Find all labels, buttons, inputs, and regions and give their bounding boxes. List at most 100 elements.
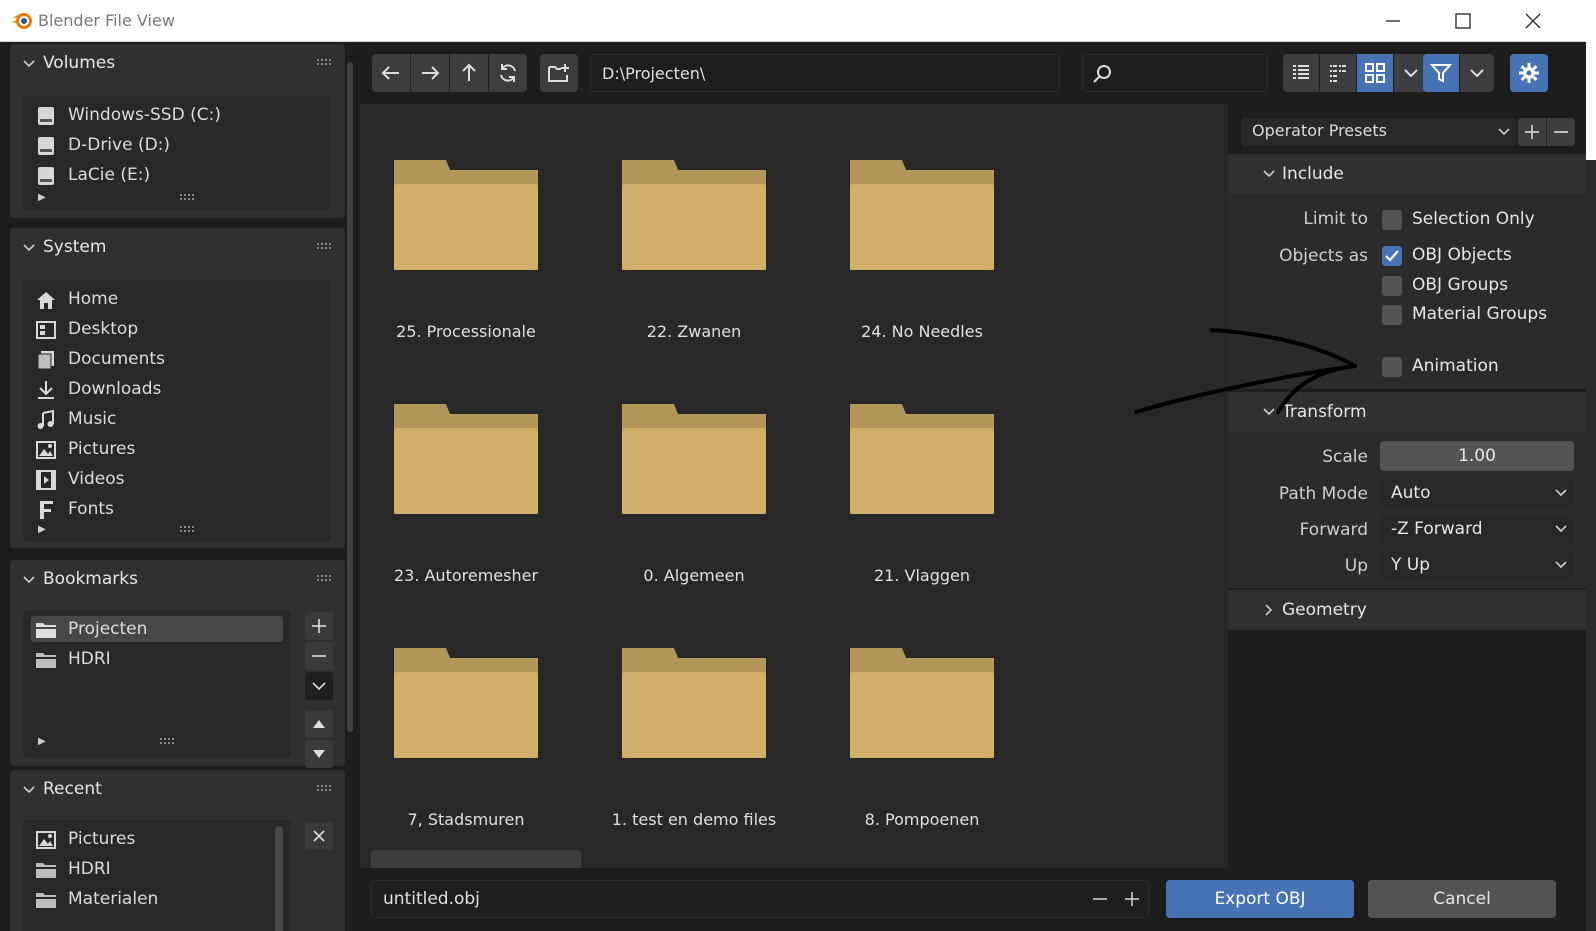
forward-axis-value: -Z Forward: [1391, 519, 1483, 539]
selection-only-checkbox[interactable]: [1382, 210, 1402, 230]
system-item-label: Documents: [68, 349, 165, 369]
recent-item[interactable]: Pictures: [31, 826, 271, 852]
bookmark-item-projecten[interactable]: Projecten: [31, 616, 283, 642]
material-groups-checkbox[interactable]: [1382, 305, 1402, 325]
back-button[interactable]: [372, 54, 410, 92]
volumes-panel-header[interactable]: Volumes: [10, 44, 345, 84]
filter-toggle-button[interactable]: [1423, 54, 1459, 92]
transform-section-header[interactable]: Transform: [1228, 392, 1586, 432]
remove-bookmark-button[interactable]: [305, 642, 333, 670]
bookmark-menu-button[interactable]: [305, 672, 333, 700]
view-thumbnails-button[interactable]: [1357, 54, 1393, 92]
cancel-button[interactable]: Cancel: [1368, 880, 1556, 918]
system-item-pictures[interactable]: Pictures: [31, 436, 321, 462]
folder-item[interactable]: 21. Vlaggen: [822, 404, 1022, 614]
pictures-icon: [36, 441, 56, 459]
chevron-down-icon: [312, 682, 326, 691]
system-item-videos[interactable]: Videos: [31, 466, 321, 492]
expand-triangle-icon[interactable]: ▶: [38, 192, 48, 203]
recent-item[interactable]: HDRI: [31, 856, 271, 882]
obj-objects-checkbox[interactable]: [1382, 246, 1402, 266]
folder-item[interactable]: 0. Algemeen: [594, 404, 794, 614]
animation-checkbox[interactable]: [1382, 357, 1402, 377]
recent-panel-header[interactable]: Recent: [10, 770, 345, 810]
system-item-music[interactable]: Music: [31, 406, 321, 432]
chevron-down-icon: [23, 60, 35, 68]
refresh-button[interactable]: [489, 54, 527, 92]
bookmark-item-hdri[interactable]: HDRI: [31, 646, 283, 672]
parent-directory-button[interactable]: [450, 54, 488, 92]
drag-grip-icon[interactable]: [317, 573, 333, 583]
sidebar-scrollbar[interactable]: [347, 62, 353, 732]
obj-groups-checkbox[interactable]: [1382, 276, 1402, 296]
operator-presets-dropdown[interactable]: Operator Presets: [1241, 118, 1517, 146]
clear-recent-button[interactable]: [305, 822, 333, 850]
increment-plus-icon[interactable]: [1122, 889, 1142, 909]
folder-item[interactable]: 22. Zwanen: [594, 160, 794, 370]
path-mode-select[interactable]: Auto: [1380, 478, 1574, 508]
system-item-documents[interactable]: Documents: [31, 346, 321, 372]
directory-path-input[interactable]: D:\Projecten\: [590, 54, 1060, 92]
bookmarks-panel: Bookmarks Projecten HDRI ▶: [10, 560, 345, 768]
scale-field[interactable]: 1.00: [1380, 441, 1574, 471]
new-folder-button[interactable]: [540, 54, 578, 92]
chevron-down-icon: [1555, 561, 1567, 569]
system-item-downloads[interactable]: Downloads: [31, 376, 321, 402]
forward-button[interactable]: [411, 54, 449, 92]
recent-scrollbar[interactable]: [275, 826, 283, 931]
filter-search-input[interactable]: [1082, 54, 1268, 92]
volume-item[interactable]: Windows-SSD (C:): [31, 102, 321, 128]
add-preset-button[interactable]: [1518, 118, 1546, 146]
bookmarks-panel-header[interactable]: Bookmarks: [10, 560, 345, 600]
expand-triangle-icon[interactable]: ▶: [38, 524, 48, 535]
system-panel-header[interactable]: System: [10, 228, 345, 268]
include-section-header[interactable]: Include: [1228, 154, 1586, 194]
minimize-button[interactable]: [1380, 8, 1406, 34]
system-item-home[interactable]: Home: [31, 286, 321, 312]
view-vertical-list-button[interactable]: [1283, 54, 1319, 92]
resize-grip-icon[interactable]: [180, 194, 198, 200]
plus-icon: [312, 619, 326, 633]
resize-grip-icon[interactable]: [160, 738, 178, 744]
add-bookmark-button[interactable]: [305, 612, 333, 640]
directory-path-text: D:\Projecten\: [602, 64, 706, 83]
system-item-label: Music: [68, 409, 117, 429]
system-item-label: Home: [68, 289, 119, 309]
volume-item[interactable]: D-Drive (D:): [31, 132, 321, 158]
move-bookmark-up-button[interactable]: [305, 710, 333, 738]
file-area-scrollbar[interactable]: [371, 850, 581, 868]
move-bookmark-down-button[interactable]: [305, 740, 333, 768]
folder-name: 7, Stadsmuren: [407, 810, 525, 829]
filter-options-dropdown[interactable]: [1460, 54, 1494, 92]
decrement-minus-icon[interactable]: [1090, 889, 1110, 909]
system-item-fonts[interactable]: Fonts: [31, 496, 321, 522]
up-axis-select[interactable]: Y Up: [1380, 550, 1574, 580]
export-obj-button[interactable]: Export OBJ: [1166, 880, 1354, 918]
folder-item[interactable]: 8. Pompoenen: [822, 648, 1022, 858]
folder-item[interactable]: 23. Autoremesher: [366, 404, 566, 614]
resize-grip-icon[interactable]: [180, 526, 198, 532]
close-window-button[interactable]: [1520, 8, 1546, 34]
view-horizontal-list-button[interactable]: [1320, 54, 1356, 92]
folder-item[interactable]: 7, Stadsmuren: [366, 648, 566, 858]
forward-axis-select[interactable]: -Z Forward: [1380, 514, 1574, 544]
expand-triangle-icon[interactable]: ▶: [38, 736, 48, 747]
system-item-label: Pictures: [68, 439, 136, 459]
home-icon: [37, 292, 55, 309]
maximize-button[interactable]: [1450, 8, 1476, 34]
filename-input[interactable]: untitled.obj: [371, 880, 1149, 918]
folder-item[interactable]: 24. No Needles: [822, 160, 1022, 370]
drag-grip-icon[interactable]: [317, 241, 333, 251]
settings-toggle-button[interactable]: [1510, 54, 1548, 92]
remove-preset-button[interactable]: [1547, 118, 1575, 146]
drag-grip-icon[interactable]: [317, 783, 333, 793]
recent-item[interactable]: Materialen: [31, 886, 271, 912]
system-item-desktop[interactable]: Desktop: [31, 316, 321, 342]
chevron-down-icon: [23, 576, 35, 584]
folder-item[interactable]: 25. Processionale: [366, 160, 566, 370]
drag-grip-icon[interactable]: [317, 57, 333, 67]
geometry-section-header[interactable]: Geometry: [1228, 590, 1586, 630]
volume-item[interactable]: LaCie (E:): [31, 162, 321, 188]
folder-icon: [36, 623, 56, 638]
folder-item[interactable]: 1. test en demo files: [594, 648, 794, 858]
